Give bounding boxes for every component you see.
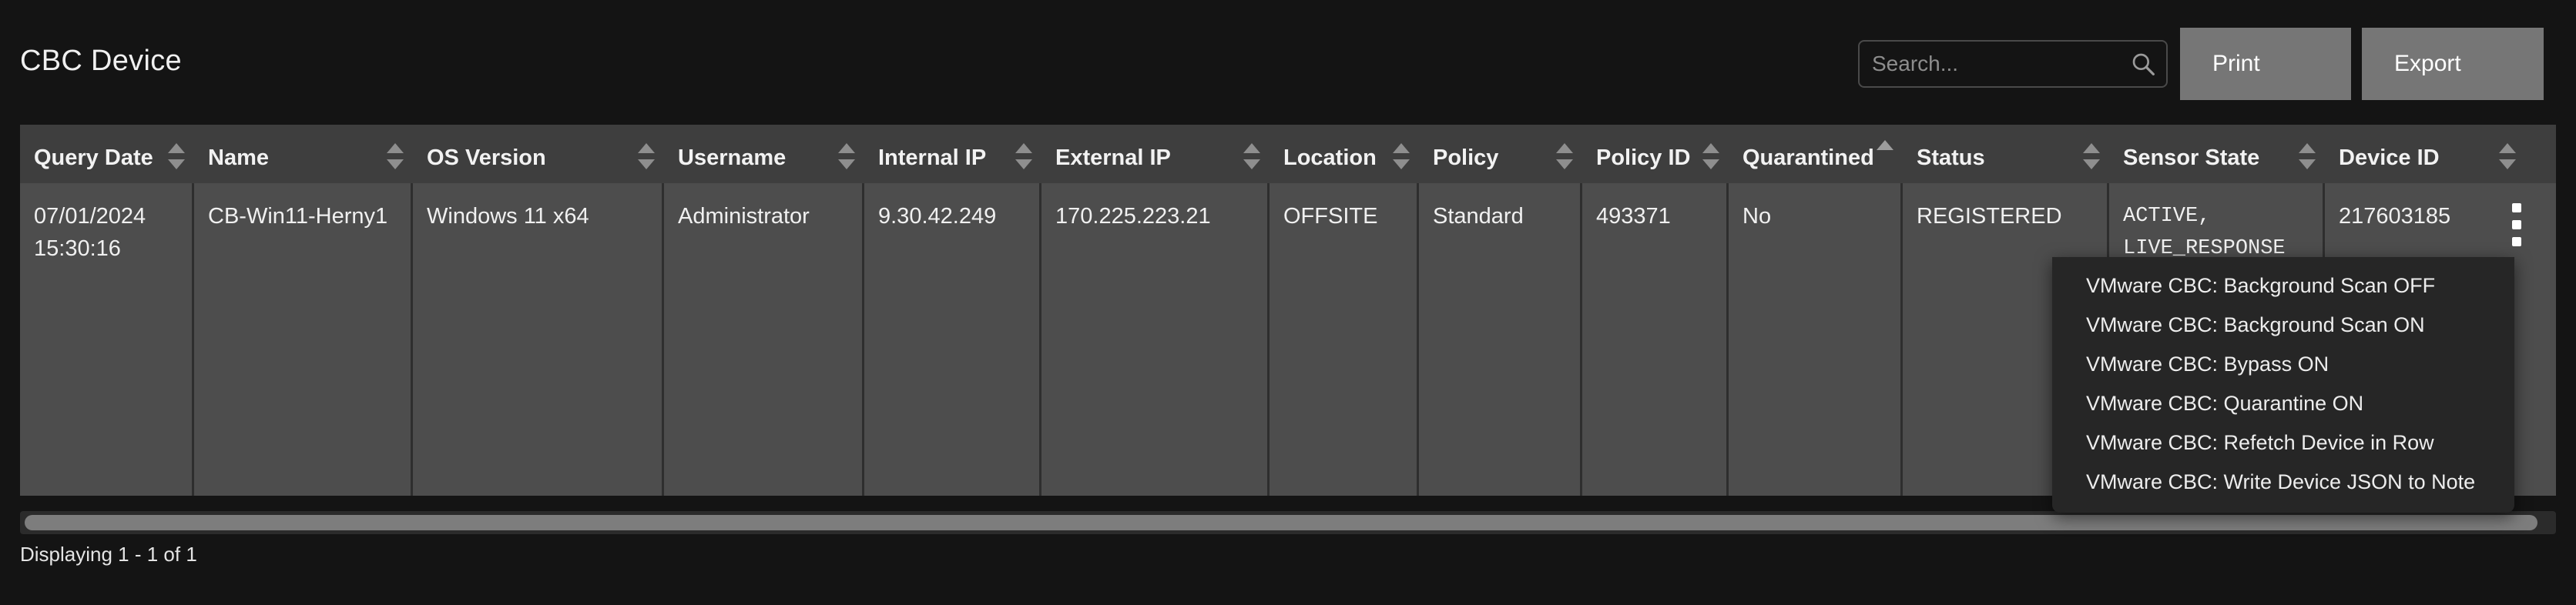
sort-arrows-quarantined[interactable] (1877, 140, 1893, 166)
column-header-internal-ip[interactable]: Internal IP (864, 125, 1032, 183)
cell-query-date: 07/01/2024 15:30:16 (20, 183, 194, 496)
cell-username: Administrator (664, 183, 864, 496)
column-header-sensor-state[interactable]: Sensor State (2109, 125, 2316, 183)
sort-arrows-internal-ip[interactable] (1015, 143, 1032, 169)
menu-item-bypass-on[interactable]: VMware CBC: Bypass ON (2052, 345, 2514, 384)
column-header-policy[interactable]: Policy (1419, 125, 1573, 183)
column-header-device-id[interactable]: Device ID (2325, 125, 2516, 183)
print-button[interactable]: Print (2180, 28, 2351, 100)
menu-item-refetch-device-in-row[interactable]: VMware CBC: Refetch Device in Row (2052, 423, 2514, 463)
sort-arrows-policy-id[interactable] (1702, 143, 1719, 169)
page-title: CBC Device (20, 45, 182, 77)
column-header-status[interactable]: Status (1903, 125, 2100, 183)
row-context-menu: VMware CBC: Background Scan OFF VMware C… (2052, 257, 2514, 513)
top-bar: CBC Device Print Export (0, 0, 2576, 119)
sort-arrows-os-version[interactable] (638, 143, 655, 169)
search-box[interactable] (1858, 40, 2168, 88)
pagination-status: Displaying 1 - 1 of 1 (20, 543, 197, 566)
cell-name: CB-Win11-Herny1 (194, 183, 413, 496)
horizontal-scrollbar[interactable] (20, 511, 2556, 534)
column-header-query-date[interactable]: Query Date (20, 125, 185, 183)
menu-item-write-device-json-to-note[interactable]: VMware CBC: Write Device JSON to Note (2052, 463, 2514, 502)
sort-arrows-username[interactable] (838, 143, 855, 169)
cell-policy: Standard (1419, 183, 1582, 496)
column-header-os-version[interactable]: OS Version (413, 125, 655, 183)
sort-arrows-name[interactable] (387, 143, 404, 169)
search-icon (2132, 53, 2155, 75)
column-header-username[interactable]: Username (664, 125, 855, 183)
cell-internal-ip: 9.30.42.249 (864, 183, 1041, 496)
sort-arrows-location[interactable] (1393, 143, 1410, 169)
cell-policy-id: 493371 (1582, 183, 1729, 496)
column-header-policy-id[interactable]: Policy ID (1582, 125, 1719, 183)
sort-arrows-status[interactable] (2083, 143, 2100, 169)
table-header-row: Query Date Name OS Version Username Inte… (20, 125, 2556, 183)
sort-arrows-policy[interactable] (1556, 143, 1573, 169)
search-input[interactable] (1860, 42, 2122, 86)
column-header-quarantined[interactable]: Quarantined (1729, 125, 1893, 183)
sort-arrows-external-ip[interactable] (1243, 143, 1260, 169)
horizontal-scrollbar-thumb[interactable] (25, 515, 2537, 530)
cell-external-ip: 170.225.223.21 (1041, 183, 1270, 496)
menu-item-quarantine-on[interactable]: VMware CBC: Quarantine ON (2052, 384, 2514, 423)
menu-item-background-scan-on[interactable]: VMware CBC: Background Scan ON (2052, 306, 2514, 345)
column-header-external-ip[interactable]: External IP (1041, 125, 1260, 183)
sort-arrows-query-date[interactable] (168, 143, 185, 169)
cell-location: OFFSITE (1270, 183, 1419, 496)
cbc-device-app: CBC Device Print Export Query Date Name … (0, 0, 2576, 605)
sort-arrows-device-id[interactable] (2499, 143, 2516, 169)
column-header-location[interactable]: Location (1270, 125, 1410, 183)
column-header-name[interactable]: Name (194, 125, 404, 183)
export-button[interactable]: Export (2362, 28, 2544, 100)
cell-os-version: Windows 11 x64 (413, 183, 664, 496)
menu-item-background-scan-off[interactable]: VMware CBC: Background Scan OFF (2052, 266, 2514, 306)
cell-quarantined: No (1729, 183, 1903, 496)
sort-arrows-sensor-state[interactable] (2299, 143, 2316, 169)
kebab-menu-icon (2512, 203, 2521, 246)
